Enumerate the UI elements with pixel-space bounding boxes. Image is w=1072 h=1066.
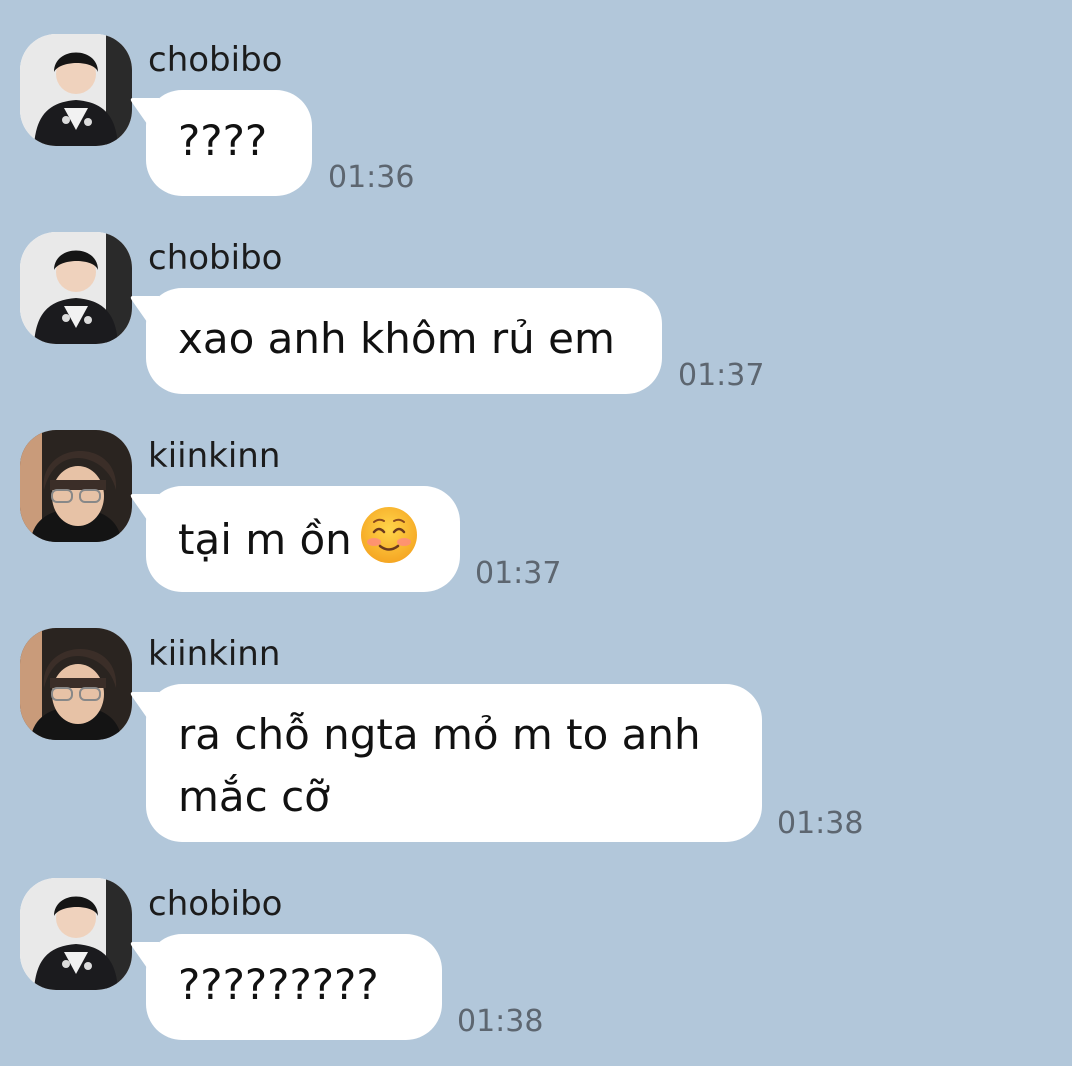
chobibo-avatar-icon[interactable] [20, 878, 132, 990]
smiling-face-with-smiling-eyes-icon [360, 506, 418, 564]
chat-message: kiinkinn ra chỗ ngta mỏ m to anh mắc cỡ … [0, 628, 1072, 850]
message-text: ???? [178, 116, 268, 165]
message-time: 01:37 [678, 358, 765, 393]
sender-name: chobibo [148, 40, 283, 80]
chat-message: kiinkinn tại m ồn 01:37 [0, 430, 1072, 600]
sender-name: chobibo [148, 238, 283, 278]
message-time: 01:38 [457, 1004, 544, 1039]
sender-name: kiinkinn [148, 436, 281, 476]
message-bubble[interactable]: tại m ồn [146, 486, 460, 592]
message-text-line: ra chỗ ngta mỏ m to anh [178, 710, 701, 759]
kiinkinn-avatar-icon[interactable] [20, 628, 132, 740]
chat-message: chobibo ????????? 01:38 [0, 878, 1072, 1048]
message-time: 01:36 [328, 160, 415, 195]
chobibo-avatar-icon[interactable] [20, 232, 132, 344]
message-text: ????????? [178, 960, 379, 1009]
chobibo-avatar-icon[interactable] [20, 34, 132, 146]
sender-name: chobibo [148, 884, 283, 924]
message-bubble[interactable]: xao anh khôm rủ em [146, 288, 662, 394]
message-bubble[interactable]: ???? [146, 90, 312, 196]
message-bubble[interactable]: ????????? [146, 934, 442, 1040]
message-text: xao anh khôm rủ em [178, 314, 615, 363]
chat-message: chobibo xao anh khôm rủ em 01:37 [0, 232, 1072, 402]
message-time: 01:37 [475, 556, 562, 591]
message-text-line: mắc cỡ [178, 772, 330, 821]
chat-message: chobibo ???? 01:36 [0, 34, 1072, 204]
message-bubble[interactable]: ra chỗ ngta mỏ m to anh mắc cỡ [146, 684, 762, 842]
sender-name: kiinkinn [148, 634, 281, 674]
kiinkinn-avatar-icon[interactable] [20, 430, 132, 542]
message-time: 01:38 [777, 806, 864, 841]
chat-log: chobibo ???? 01:36 chobibo xao anh khôm … [0, 0, 1072, 1066]
message-text: tại m ồn [178, 515, 352, 564]
